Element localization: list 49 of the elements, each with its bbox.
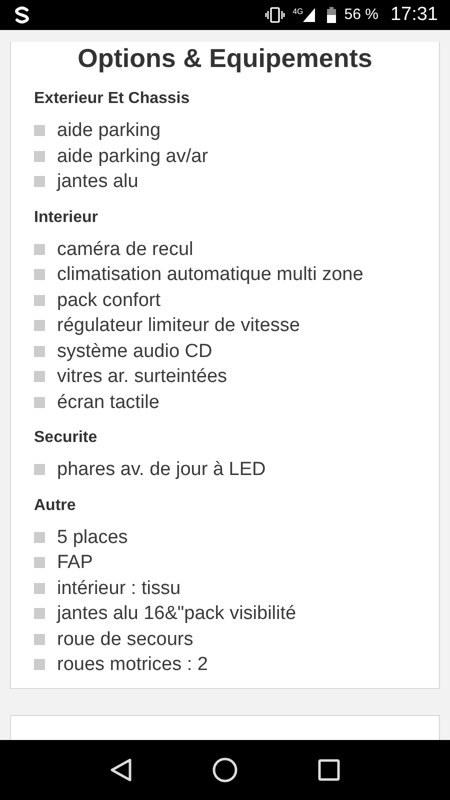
option-item: phares av. de jour à LED: [57, 458, 266, 482]
bullet-icon: [34, 464, 45, 476]
battery-icon: [327, 7, 336, 23]
battery-level: 56 %: [344, 4, 378, 25]
option-item: roues motrices : 2: [57, 653, 208, 678]
signal-icon: [303, 8, 316, 22]
bullet-icon: [34, 244, 45, 255]
bullet-icon: [34, 176, 45, 188]
option-item: caméra de recul: [57, 238, 194, 262]
option-item: intérieur : tissu: [57, 576, 181, 601]
network-type: 4G: [292, 6, 304, 18]
bullet-icon: [34, 582, 45, 594]
clock: 17:31: [390, 2, 438, 27]
bullet-icon: [34, 346, 45, 357]
bullet-icon: [34, 269, 45, 280]
vibrate-icon: [264, 7, 285, 23]
home-icon[interactable]: [212, 757, 238, 783]
bullet-icon: [34, 125, 45, 136]
bullet-icon: [34, 150, 45, 162]
bullet-icon: [34, 634, 45, 645]
bullet-icon: [34, 608, 45, 620]
app-logo-icon: [12, 6, 32, 24]
bullet-icon: [34, 396, 45, 408]
option-item: jantes alu 16&"pack visibilité: [57, 602, 296, 626]
card-title: Options & Equipements: [76, 42, 374, 74]
section-heading: Exterieur Et Chassis: [34, 89, 191, 109]
section-heading: Autre: [34, 496, 77, 516]
option-item: jantes alu: [57, 170, 138, 194]
recents-icon[interactable]: [318, 759, 340, 781]
bullet-icon: [34, 557, 45, 568]
option-item: pack confort: [57, 288, 160, 313]
option-item: FAP: [57, 551, 93, 576]
section-heading: Securite: [34, 428, 98, 448]
bullet-icon: [34, 294, 45, 306]
section-heading: Interieur: [34, 208, 100, 228]
option-item: aide parking: [57, 119, 161, 144]
bullet-icon: [34, 371, 45, 382]
option-item: climatisation automatique multi zone: [57, 263, 364, 288]
option-item: roue de secours: [57, 628, 194, 652]
bullet-icon: [34, 532, 45, 543]
bullet-icon: [34, 320, 45, 332]
option-item: régulateur limiteur de vitesse: [57, 314, 300, 338]
option-item: vitres ar. surteintées: [57, 365, 228, 390]
option-item: écran tactile: [57, 390, 160, 415]
back-icon[interactable]: [110, 758, 132, 782]
option-item: aide parking av/ar: [57, 144, 208, 169]
option-item: système audio CD: [57, 340, 212, 364]
bullet-icon: [34, 659, 45, 670]
option-item: 5 places: [57, 526, 128, 550]
